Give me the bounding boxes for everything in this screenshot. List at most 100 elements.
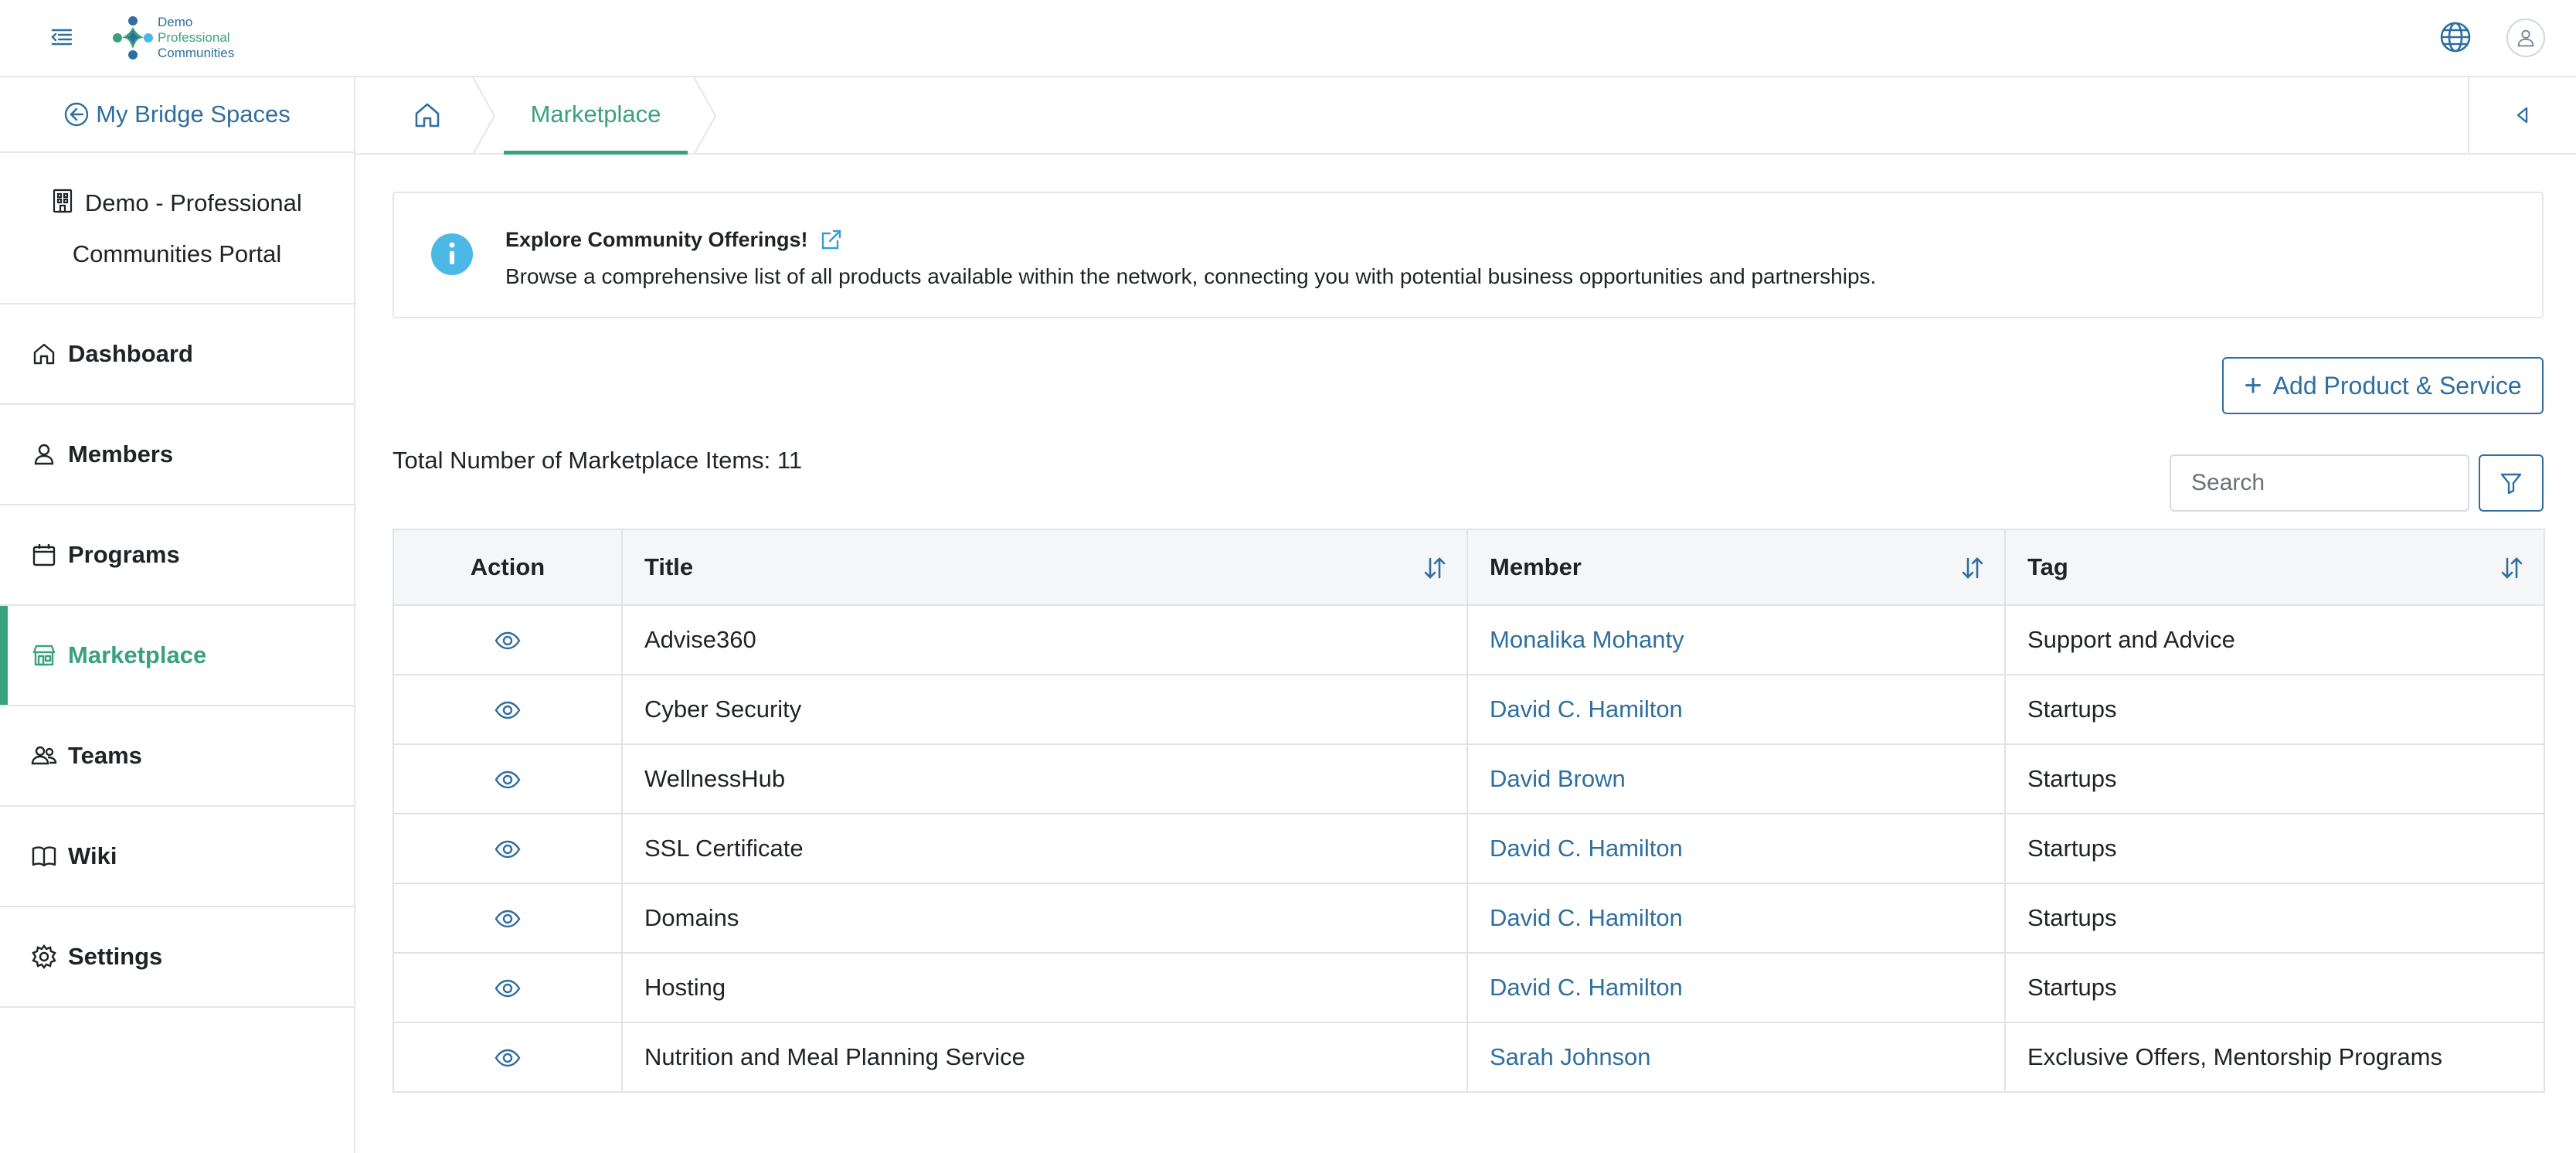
table-row: SSL Certificate David C. Hamilton Startu… — [393, 813, 2545, 884]
member-link[interactable]: David Brown — [1490, 765, 1626, 792]
row-tag: Startups — [2004, 952, 2545, 1023]
collapse-panel-button[interactable] — [2468, 77, 2576, 153]
row-title: Nutrition and Meal Planning Service — [621, 1022, 1468, 1093]
row-title: Domains — [621, 883, 1468, 954]
row-tag: Startups — [2004, 674, 2545, 745]
table-row: WellnessHub David Brown Startups — [393, 743, 2545, 815]
add-product-service-label: Add Product & Service — [2272, 371, 2522, 400]
breadcrumb-marketplace[interactable]: Marketplace — [504, 77, 688, 155]
table-row: Nutrition and Meal Planning Service Sara… — [393, 1022, 2545, 1093]
column-header-title[interactable]: Title — [621, 529, 1468, 606]
row-action — [393, 952, 623, 1023]
member-link[interactable]: Sarah Johnson — [1490, 1043, 1651, 1070]
sidebar-item-members[interactable]: Members — [0, 405, 354, 505]
sort-icon[interactable] — [2499, 555, 2525, 581]
sidebar: My Bridge Spaces Demo - Professional Com… — [0, 77, 355, 1153]
column-header-member[interactable]: Member — [1466, 529, 2006, 606]
globe-icon[interactable] — [2437, 19, 2474, 56]
member-link[interactable]: David C. Hamilton — [1490, 696, 1683, 723]
breadcrumb-home-icon[interactable] — [410, 97, 445, 133]
my-bridge-spaces-label: My Bridge Spaces — [96, 100, 291, 128]
logo-mark-icon — [113, 16, 153, 60]
my-bridge-spaces-link[interactable]: My Bridge Spaces — [0, 77, 354, 153]
row-member: David C. Hamilton — [1466, 813, 2006, 884]
portal-name: Demo - Professional Communities Portal — [0, 153, 354, 304]
sidebar-nav: Dashboard Members Programs Marketplace T… — [0, 304, 354, 1008]
sidebar-item-label: Teams — [68, 742, 142, 769]
eye-icon[interactable] — [494, 905, 522, 933]
row-title: Cyber Security — [621, 674, 1468, 745]
external-link-icon[interactable] — [819, 227, 844, 252]
member-link[interactable]: David C. Hamilton — [1490, 835, 1683, 862]
sidebar-item-marketplace[interactable]: Marketplace — [0, 606, 354, 706]
member-link[interactable]: David C. Hamilton — [1490, 974, 1683, 1001]
eye-icon[interactable] — [494, 766, 522, 794]
sidebar-item-label: Wiki — [68, 842, 117, 869]
filter-icon — [2500, 473, 2522, 495]
add-product-service-button[interactable]: + Add Product & Service — [2222, 357, 2544, 414]
sidebar-item-label: Settings — [68, 943, 163, 970]
sort-icon[interactable] — [1959, 555, 1986, 581]
member-link[interactable]: Monalika Mohanty — [1490, 626, 1684, 653]
logo-text: Demo Professional Communities — [158, 15, 234, 61]
column-header-label: Title — [644, 553, 694, 580]
row-action — [393, 1022, 623, 1093]
row-action — [393, 883, 623, 954]
info-icon — [431, 233, 473, 275]
sidebar-item-settings[interactable]: Settings — [0, 907, 354, 1008]
row-tag: Startups — [2004, 813, 2545, 884]
avatar[interactable] — [2506, 19, 2545, 57]
total-items-count: Total Number of Marketplace Items: 11 — [393, 447, 803, 474]
info-title-text: Explore Community Offerings! — [505, 227, 808, 251]
eye-icon[interactable] — [494, 1044, 522, 1072]
table-row: Hosting David C. Hamilton Startups — [393, 952, 2545, 1023]
filter-button[interactable] — [2479, 454, 2544, 512]
sidebar-item-programs[interactable]: Programs — [0, 505, 354, 606]
top-header: Demo Professional Communities — [0, 0, 2576, 77]
logo-line-2: Professional — [158, 30, 230, 45]
row-action — [393, 604, 623, 675]
sort-icon[interactable] — [1422, 555, 1448, 581]
logo-line-3: Communities — [158, 46, 235, 60]
info-banner: Explore Community Offerings! Browse a co… — [393, 192, 2544, 318]
eye-icon[interactable] — [494, 627, 522, 655]
calendar-icon — [32, 544, 56, 566]
breadcrumb-separator-icon — [472, 77, 496, 155]
eye-icon[interactable] — [494, 835, 522, 863]
book-icon — [32, 846, 56, 867]
row-member: David C. Hamilton — [1466, 883, 2006, 954]
info-description: Browse a comprehensive list of all produ… — [505, 264, 1877, 288]
row-title: WellnessHub — [621, 743, 1468, 815]
table-row: Cyber Security David C. Hamilton Startup… — [393, 674, 2545, 745]
eye-icon[interactable] — [494, 696, 522, 724]
eye-icon[interactable] — [494, 974, 522, 1002]
row-member: David C. Hamilton — [1466, 952, 2006, 1023]
row-member: David C. Hamilton — [1466, 674, 2006, 745]
sidebar-item-dashboard[interactable]: Dashboard — [0, 304, 354, 405]
column-header-action: Action — [393, 529, 623, 606]
row-title: Advise360 — [621, 604, 1468, 675]
row-title: SSL Certificate — [621, 813, 1468, 884]
sidebar-item-teams[interactable]: Teams — [0, 706, 354, 807]
row-tag: Startups — [2004, 883, 2545, 954]
column-header-tag[interactable]: Tag — [2004, 529, 2545, 606]
search-input[interactable] — [2170, 454, 2469, 512]
logo[interactable]: Demo Professional Communities — [107, 9, 238, 66]
sidebar-item-label: Marketplace — [68, 641, 207, 668]
plus-icon: + — [2244, 369, 2262, 403]
row-action — [393, 743, 623, 815]
menu-collapse-icon[interactable] — [46, 22, 77, 53]
column-header-label: Tag — [2027, 553, 2068, 580]
table-row: Advise360 Monalika Mohanty Support and A… — [393, 604, 2545, 675]
row-action — [393, 674, 623, 745]
member-link[interactable]: David C. Hamilton — [1490, 904, 1683, 931]
breadcrumb-current-label: Marketplace — [530, 100, 661, 128]
row-title: Hosting — [621, 952, 1468, 1023]
logo-line-1: Demo — [158, 15, 193, 29]
user-icon — [2517, 29, 2534, 47]
row-tag: Startups — [2004, 743, 2545, 815]
sidebar-item-label: Programs — [68, 541, 180, 568]
gear-icon — [32, 944, 56, 969]
sidebar-item-wiki[interactable]: Wiki — [0, 807, 354, 907]
sidebar-item-label: Dashboard — [68, 340, 193, 367]
